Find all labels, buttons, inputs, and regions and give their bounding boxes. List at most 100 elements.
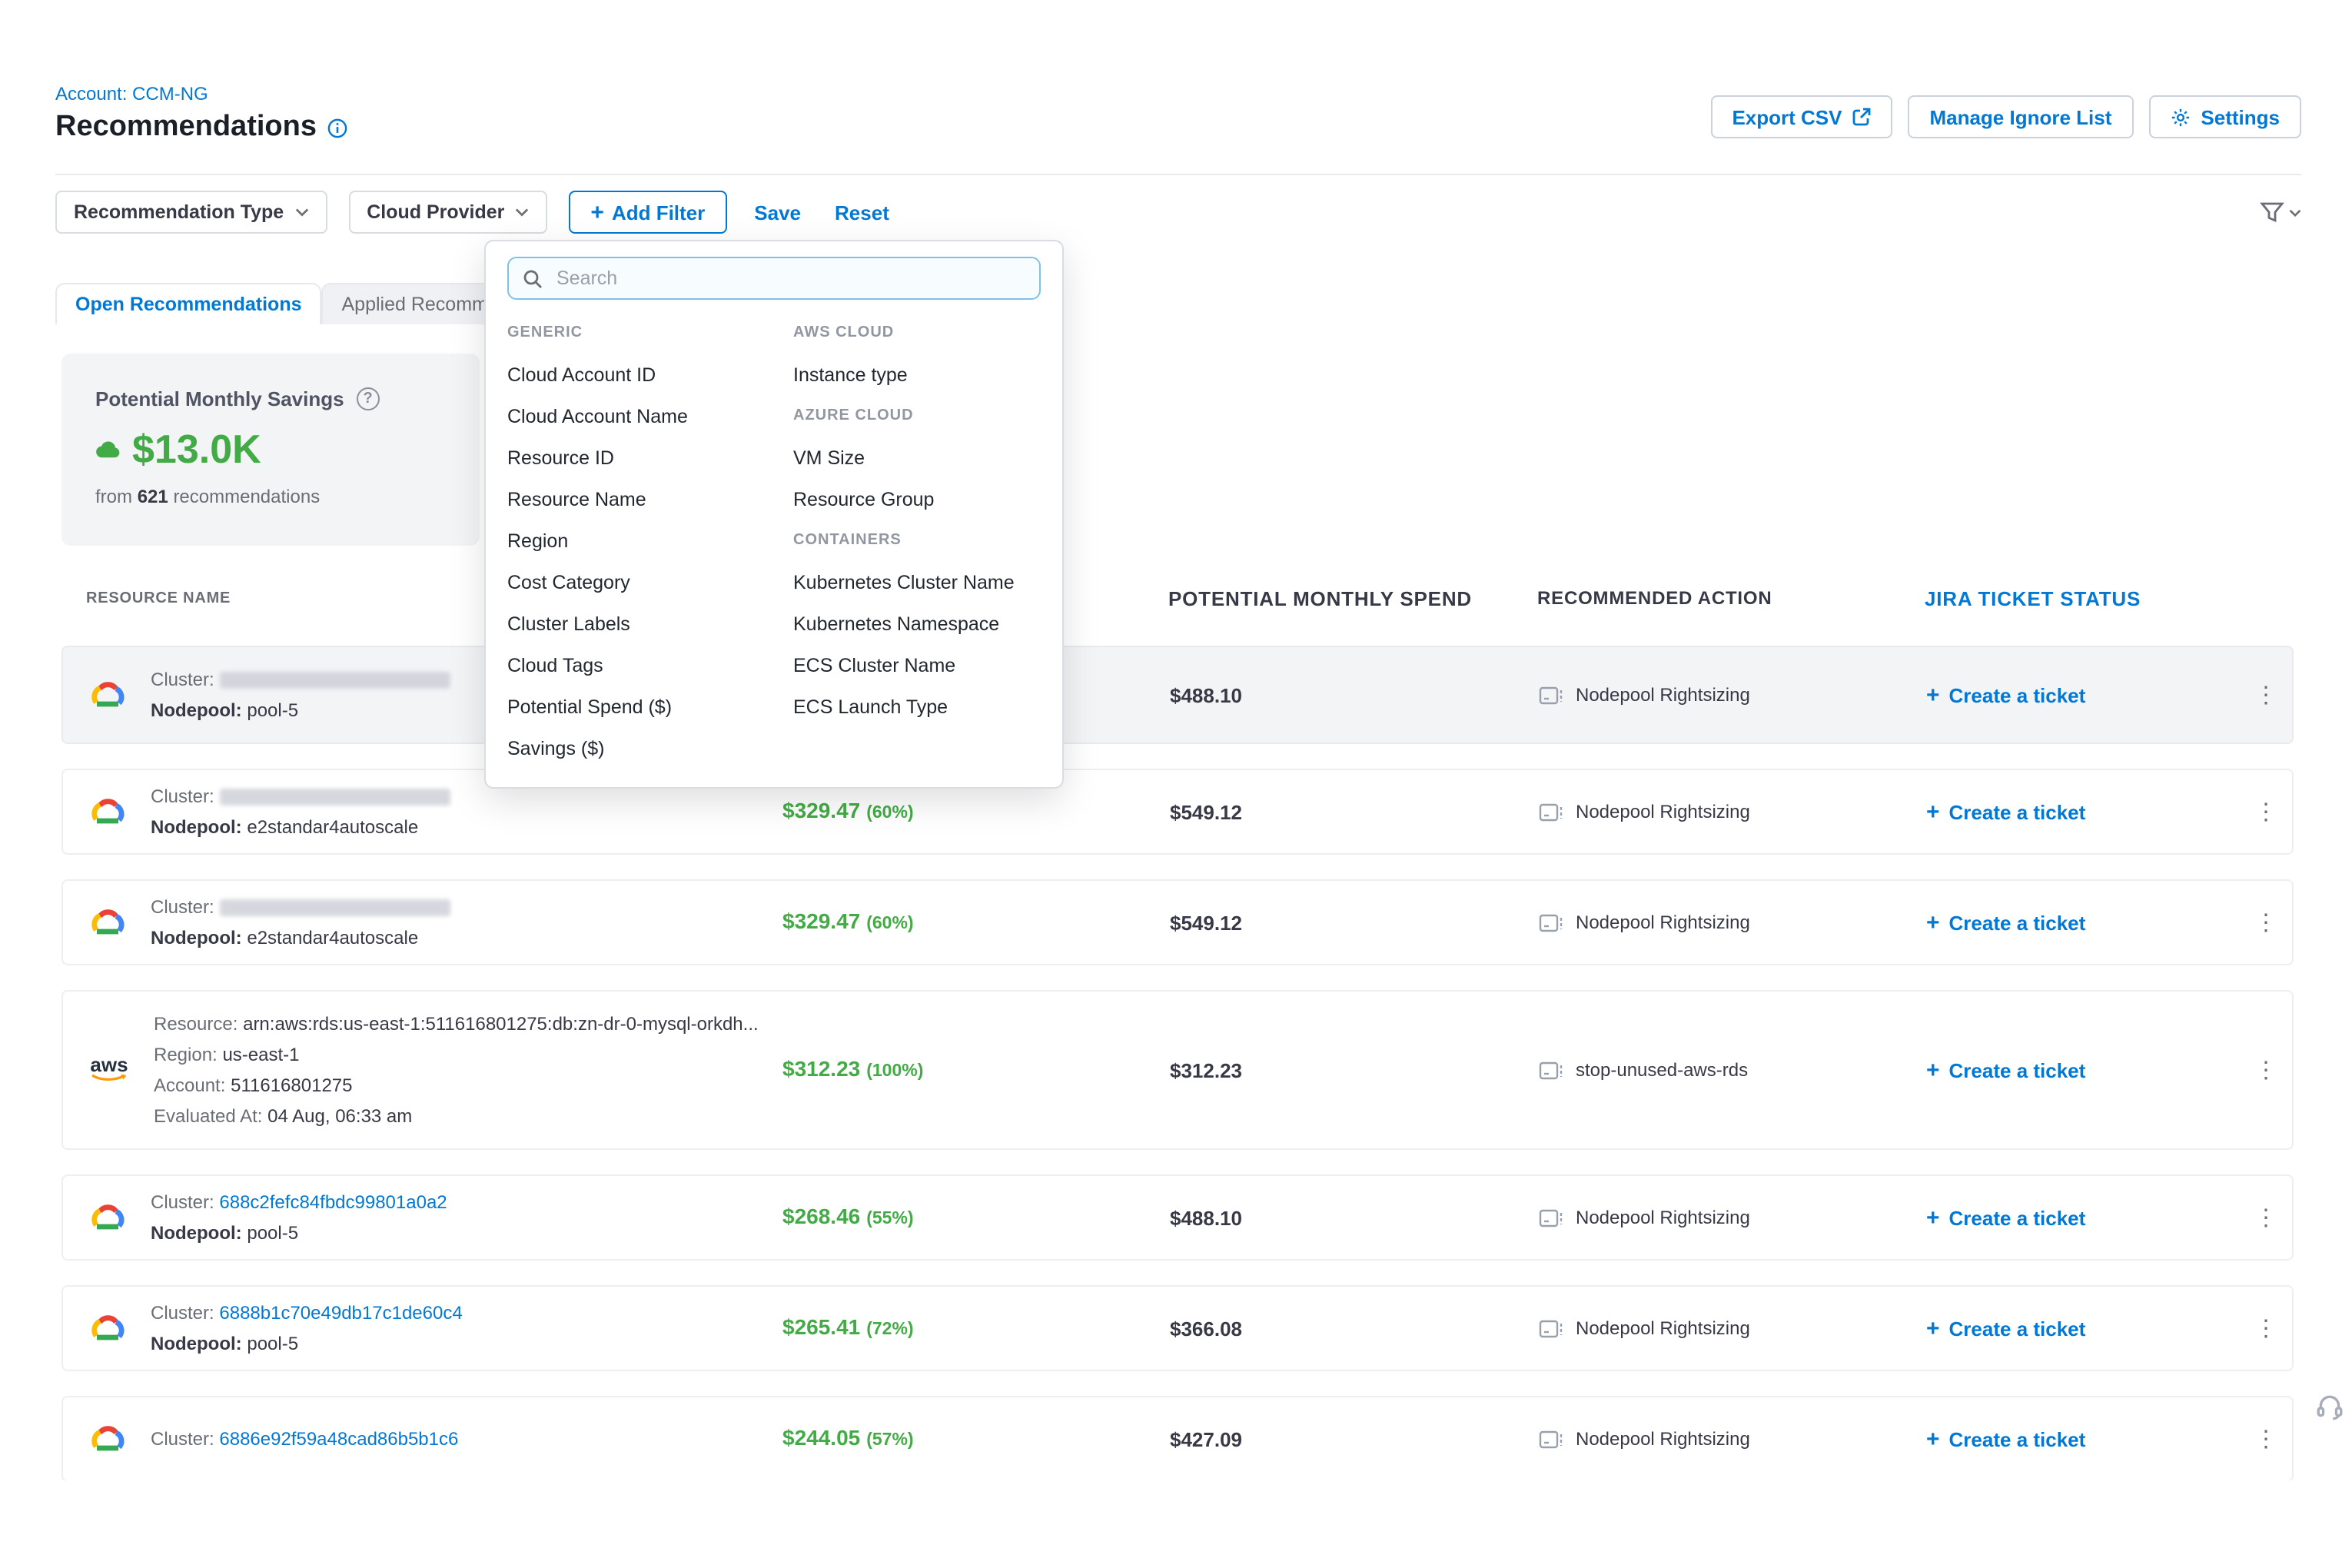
row-menu-button[interactable]: ⋮ bbox=[2240, 909, 2292, 936]
spend-value: $488.10 bbox=[1170, 683, 1539, 706]
spend-value: $488.10 bbox=[1170, 1206, 1539, 1229]
filter-option-savings[interactable]: Savings ($) bbox=[507, 727, 793, 769]
account-breadcrumb[interactable]: Account: CCM-NG bbox=[55, 83, 208, 105]
table-row[interactable]: Cluster: 688c2fefc84fbdc99801a0a2 Nodepo… bbox=[61, 1174, 2294, 1261]
gcp-icon bbox=[88, 1312, 128, 1344]
dropdown-search-box[interactable] bbox=[507, 257, 1041, 300]
filter-option-kubernetes-cluster-name[interactable]: Kubernetes Cluster Name bbox=[793, 561, 1041, 603]
filter-option-cloud-tags[interactable]: Cloud Tags bbox=[507, 644, 793, 686]
create-ticket-button[interactable]: +Create a ticket bbox=[1926, 682, 2240, 708]
resource-label: Resource: bbox=[154, 1013, 238, 1035]
filter-option-cost-category[interactable]: Cost Category bbox=[507, 561, 793, 603]
help-icon[interactable]: ? bbox=[357, 387, 380, 410]
savings-value: $268.46 bbox=[782, 1204, 860, 1228]
potential-monthly-savings-card: Potential Monthly Savings ? $13.0K from … bbox=[61, 354, 480, 546]
recommendation-type-dropdown[interactable]: Recommendation Type bbox=[55, 191, 327, 234]
reset-filter-button[interactable]: Reset bbox=[829, 201, 895, 224]
plus-icon: + bbox=[1926, 909, 1940, 935]
filter-option-resource-name[interactable]: Resource Name bbox=[507, 478, 793, 520]
filter-option-ecs-cluster-name[interactable]: ECS Cluster Name bbox=[793, 644, 1041, 686]
create-ticket-button[interactable]: +Create a ticket bbox=[1926, 1315, 2240, 1341]
row-menu-button[interactable]: ⋮ bbox=[2240, 1056, 2292, 1084]
cluster-link[interactable]: 688c2fefc84fbdc99801a0a2 bbox=[219, 1191, 447, 1213]
nodepool-value: e2standar4autoscale bbox=[247, 927, 418, 948]
cloud-provider-dropdown[interactable]: Cloud Provider bbox=[348, 191, 547, 234]
table-row[interactable]: aws Resource: arn:aws:rds:us-east-1:5116… bbox=[61, 990, 2294, 1150]
row-menu-button[interactable]: ⋮ bbox=[2240, 1204, 2292, 1231]
info-icon[interactable] bbox=[327, 118, 347, 138]
cluster-link[interactable]: 6886e92f59a48cad86b5b1c6 bbox=[219, 1428, 458, 1450]
rightsizing-icon bbox=[1539, 1429, 1563, 1449]
settings-label: Settings bbox=[2201, 105, 2280, 128]
filter-funnel-button[interactable] bbox=[2260, 201, 2301, 223]
nodepool-value: pool-5 bbox=[247, 699, 298, 721]
rightsizing-icon bbox=[1539, 685, 1563, 705]
table-header-row: RESOURCE NAME POTENTIAL MONTHLY SPEND RE… bbox=[61, 581, 2294, 615]
group-heading-generic: GENERIC bbox=[507, 312, 793, 354]
table-row[interactable]: Cluster: 6888b1c70e49db17c1de60c4 Nodepo… bbox=[61, 1285, 2294, 1371]
action-label: Nodepool Rightsizing bbox=[1576, 1207, 1750, 1228]
savings-percent: (60%) bbox=[866, 804, 913, 822]
filter-option-resource-group[interactable]: Resource Group bbox=[793, 478, 1041, 520]
filter-option-kubernetes-namespace[interactable]: Kubernetes Namespace bbox=[793, 603, 1041, 644]
savings-percent: (72%) bbox=[866, 1321, 913, 1339]
create-ticket-button[interactable]: +Create a ticket bbox=[1926, 799, 2240, 825]
savings-value: $329.47 bbox=[782, 909, 860, 933]
filter-option-cloud-account-name[interactable]: Cloud Account Name bbox=[507, 395, 793, 437]
page-title: Recommendations bbox=[55, 111, 317, 145]
region-label: Region: bbox=[154, 1044, 218, 1065]
support-icon[interactable] bbox=[2315, 1393, 2344, 1430]
filter-option-vm-size[interactable]: VM Size bbox=[793, 437, 1041, 478]
table-row[interactable]: Cluster: Nodepool: e2standar4autoscale $… bbox=[61, 879, 2294, 965]
create-ticket-button[interactable]: +Create a ticket bbox=[1926, 909, 2240, 935]
savings-value: $265.41 bbox=[782, 1314, 860, 1339]
cloud-provider-label: Cloud Provider bbox=[367, 201, 504, 223]
action-label: Nodepool Rightsizing bbox=[1576, 801, 1750, 822]
rightsizing-icon bbox=[1539, 1318, 1563, 1338]
gcp-icon bbox=[88, 1423, 128, 1455]
plus-icon: + bbox=[1926, 799, 1940, 825]
action-label: stop-unused-aws-rds bbox=[1576, 1059, 1748, 1081]
create-ticket-button[interactable]: +Create a ticket bbox=[1926, 1204, 2240, 1231]
search-icon bbox=[523, 268, 543, 288]
create-ticket-button[interactable]: +Create a ticket bbox=[1926, 1057, 2240, 1083]
chevron-down-icon bbox=[294, 208, 308, 217]
recommendation-type-label: Recommendation Type bbox=[74, 201, 284, 223]
chevron-down-icon bbox=[515, 208, 529, 217]
settings-button[interactable]: Settings bbox=[2148, 95, 2301, 138]
manage-ignore-list-button[interactable]: Manage Ignore List bbox=[1908, 95, 2133, 138]
create-ticket-button[interactable]: +Create a ticket bbox=[1926, 1426, 2240, 1452]
add-filter-button[interactable]: + Add Filter bbox=[569, 191, 726, 234]
save-filter-button[interactable]: Save bbox=[748, 201, 807, 224]
savings-percent: (60%) bbox=[866, 915, 913, 933]
filter-option-region[interactable]: Region bbox=[507, 520, 793, 561]
cluster-label: Cluster: bbox=[151, 1428, 214, 1450]
savings-icon bbox=[95, 440, 121, 460]
rightsizing-icon bbox=[1539, 912, 1563, 932]
action-label: Nodepool Rightsizing bbox=[1576, 684, 1750, 706]
cluster-label: Cluster: bbox=[151, 669, 214, 690]
table-row[interactable]: Cluster: Nodepool: e2standar4autoscale $… bbox=[61, 769, 2294, 855]
savings-value: $329.47 bbox=[782, 798, 860, 822]
row-menu-button[interactable]: ⋮ bbox=[2240, 1314, 2292, 1342]
row-menu-button[interactable]: ⋮ bbox=[2240, 798, 2292, 826]
nodepool-label: Nodepool: bbox=[151, 1333, 242, 1354]
filter-option-potential-spend[interactable]: Potential Spend ($) bbox=[507, 686, 793, 727]
row-menu-button[interactable]: ⋮ bbox=[2240, 1425, 2292, 1453]
search-input[interactable] bbox=[553, 266, 1025, 291]
filter-option-resource-id[interactable]: Resource ID bbox=[507, 437, 793, 478]
external-link-icon bbox=[1852, 108, 1871, 126]
cluster-link[interactable]: 6888b1c70e49db17c1de60c4 bbox=[219, 1302, 462, 1324]
table-row[interactable]: Cluster: Nodepool: pool-5 $488.10 Nodepo… bbox=[61, 646, 2294, 744]
table-rows: Cluster: Nodepool: pool-5 $488.10 Nodepo… bbox=[61, 646, 2294, 1480]
filter-option-cluster-labels[interactable]: Cluster Labels bbox=[507, 603, 793, 644]
filter-option-instance-type[interactable]: Instance type bbox=[793, 354, 1041, 395]
tab-open-recommendations[interactable]: Open Recommendations bbox=[55, 283, 322, 324]
filter-option-cloud-account-id[interactable]: Cloud Account ID bbox=[507, 354, 793, 395]
export-csv-button[interactable]: Export CSV bbox=[1710, 95, 1892, 138]
filter-option-ecs-launch-type[interactable]: ECS Launch Type bbox=[793, 686, 1041, 727]
recommendation-count: 621 bbox=[138, 486, 168, 507]
row-menu-button[interactable]: ⋮ bbox=[2240, 681, 2292, 709]
spend-value: $366.08 bbox=[1170, 1317, 1539, 1340]
table-row[interactable]: Cluster: 6886e92f59a48cad86b5b1c6 $244.0… bbox=[61, 1396, 2294, 1480]
